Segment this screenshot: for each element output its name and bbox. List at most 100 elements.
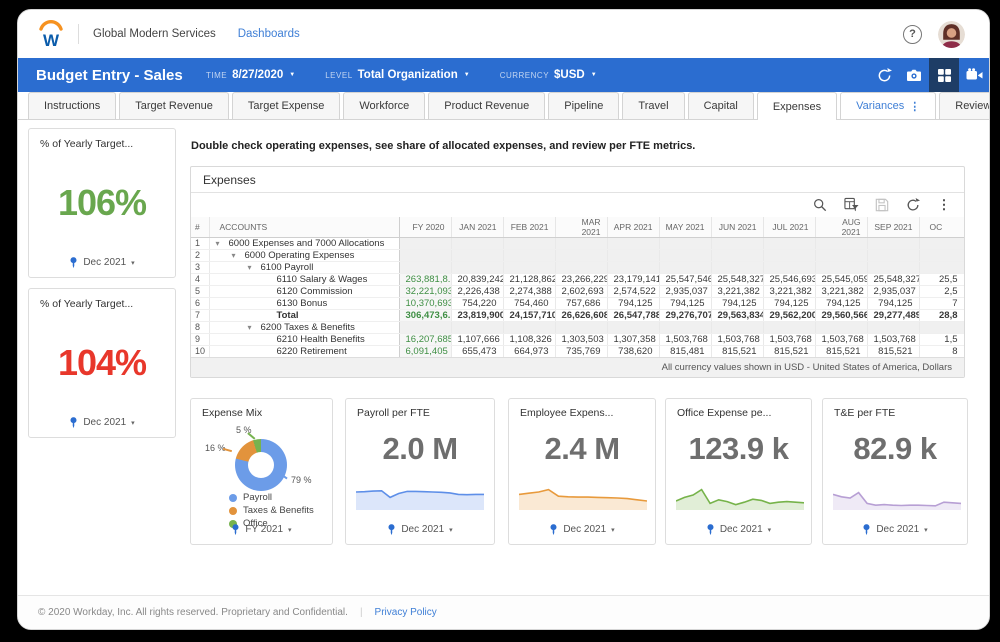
value-cell[interactable]: 2,574,522 (607, 285, 659, 297)
column-header[interactable]: FY 2020 (399, 217, 451, 238)
value-cell[interactable] (815, 249, 867, 261)
value-cell[interactable]: 10,370,693 (399, 297, 451, 309)
video-camera-icon[interactable] (959, 58, 989, 92)
value-cell[interactable] (763, 261, 815, 273)
value-cell[interactable]: 794,125 (711, 297, 763, 309)
account-cell[interactable]: 6130 Bonus (209, 297, 399, 309)
value-cell[interactable]: 8 (919, 345, 964, 357)
value-cell[interactable] (867, 237, 919, 249)
tab-variances[interactable]: Variances⋮ (840, 92, 936, 119)
value-cell[interactable] (607, 249, 659, 261)
value-cell[interactable] (815, 261, 867, 273)
value-cell[interactable]: 1,303,503 (555, 333, 607, 345)
value-cell[interactable]: 2,935,037 (867, 285, 919, 297)
value-cell[interactable] (867, 261, 919, 273)
value-cell[interactable]: 25,546,693 (763, 273, 815, 285)
value-cell[interactable] (555, 261, 607, 273)
value-cell[interactable]: 815,481 (659, 345, 711, 357)
value-cell[interactable] (607, 321, 659, 333)
value-cell[interactable] (711, 261, 763, 273)
value-cell[interactable] (555, 237, 607, 249)
value-cell[interactable]: 794,125 (815, 297, 867, 309)
period-selector[interactable]: Dec 2021 ▾ (29, 256, 175, 269)
account-cell[interactable]: 6110 Salary & Wages (209, 273, 399, 285)
camera-icon[interactable] (899, 58, 929, 92)
value-cell[interactable]: 815,521 (711, 345, 763, 357)
kebab-menu-icon[interactable]: ⋮ (936, 197, 952, 213)
value-cell[interactable]: 25,545,059 (815, 273, 867, 285)
value-cell[interactable] (919, 237, 964, 249)
column-header[interactable]: JAN 2021 (451, 217, 503, 238)
value-cell[interactable] (815, 237, 867, 249)
value-cell[interactable]: 664,973 (503, 345, 555, 357)
column-header[interactable]: JUN 2021 (711, 217, 763, 238)
value-cell[interactable]: 754,460 (503, 297, 555, 309)
period-selector[interactable]: FY 2021 ▾ (191, 523, 332, 536)
value-cell[interactable] (607, 261, 659, 273)
column-header[interactable]: SEP 2021 (867, 217, 919, 238)
value-cell[interactable] (867, 321, 919, 333)
grid-view-icon[interactable] (929, 58, 959, 92)
period-selector[interactable]: Dec 2021 ▾ (346, 523, 494, 536)
value-cell[interactable]: 794,125 (607, 297, 659, 309)
value-cell[interactable] (659, 321, 711, 333)
value-cell[interactable]: 738,620 (607, 345, 659, 357)
value-cell[interactable] (451, 261, 503, 273)
value-cell[interactable]: 757,686 (555, 297, 607, 309)
value-cell[interactable]: 306,473,6... (399, 309, 451, 321)
value-cell[interactable] (503, 237, 555, 249)
expand-caret-icon[interactable]: ▾ (248, 323, 261, 332)
value-cell[interactable]: 21,128,862 (503, 273, 555, 285)
value-cell[interactable]: 23,266,229 (555, 273, 607, 285)
value-cell[interactable]: 28,8 (919, 309, 964, 321)
value-cell[interactable]: 24,157,710 (503, 309, 555, 321)
kebab-menu-icon[interactable]: ⋮ (909, 100, 920, 113)
value-cell[interactable] (659, 261, 711, 273)
value-cell[interactable]: 25,548,327 (867, 273, 919, 285)
value-cell[interactable]: 29,563,834 (711, 309, 763, 321)
period-selector[interactable]: Dec 2021 ▾ (666, 523, 811, 536)
value-cell[interactable] (711, 249, 763, 261)
value-cell[interactable]: 32,221,093 (399, 285, 451, 297)
value-cell[interactable]: 1,307,358 (607, 333, 659, 345)
tab-workforce[interactable]: Workforce (343, 92, 425, 119)
account-cell[interactable]: ▾6000 Operating Expenses (209, 249, 399, 261)
value-cell[interactable]: 29,276,707 (659, 309, 711, 321)
value-cell[interactable]: 26,626,608 (555, 309, 607, 321)
value-cell[interactable] (555, 321, 607, 333)
tab-capital[interactable]: Capital (688, 92, 754, 119)
value-cell[interactable]: 263,881,8... (399, 273, 451, 285)
value-cell[interactable]: 3,221,382 (763, 285, 815, 297)
value-cell[interactable] (919, 261, 964, 273)
value-cell[interactable]: 2,602,693 (555, 285, 607, 297)
value-cell[interactable] (503, 249, 555, 261)
value-cell[interactable]: 25,548,327 (711, 273, 763, 285)
tab-travel[interactable]: Travel (622, 92, 684, 119)
account-cell[interactable]: 6210 Health Benefits (209, 333, 399, 345)
value-cell[interactable]: 7 (919, 297, 964, 309)
value-cell[interactable] (399, 249, 451, 261)
column-header[interactable]: AUG 2021 (815, 217, 867, 238)
account-cell[interactable]: 6120 Commission (209, 285, 399, 297)
value-cell[interactable]: 20,839,242 (451, 273, 503, 285)
value-cell[interactable]: 29,562,200 (763, 309, 815, 321)
value-cell[interactable] (503, 321, 555, 333)
value-cell[interactable]: 1,503,768 (867, 333, 919, 345)
value-cell[interactable]: 1,503,768 (659, 333, 711, 345)
column-header[interactable]: MAR 2021 (555, 217, 607, 238)
column-header[interactable]: MAY 2021 (659, 217, 711, 238)
value-cell[interactable]: 1,503,768 (763, 333, 815, 345)
column-header[interactable]: APR 2021 (607, 217, 659, 238)
value-cell[interactable] (399, 261, 451, 273)
value-cell[interactable]: 794,125 (659, 297, 711, 309)
workday-logo-icon[interactable]: W (36, 19, 66, 49)
value-cell[interactable] (503, 261, 555, 273)
tab-expenses[interactable]: Expenses (757, 92, 837, 120)
tab-instructions[interactable]: Instructions (28, 92, 116, 119)
period-selector[interactable]: Dec 2021 ▾ (823, 523, 967, 536)
value-cell[interactable] (451, 249, 503, 261)
value-cell[interactable]: 29,277,489 (867, 309, 919, 321)
expense-mix-donut-chart[interactable] (235, 439, 287, 491)
value-cell[interactable]: 2,274,388 (503, 285, 555, 297)
value-cell[interactable]: 3,221,382 (711, 285, 763, 297)
